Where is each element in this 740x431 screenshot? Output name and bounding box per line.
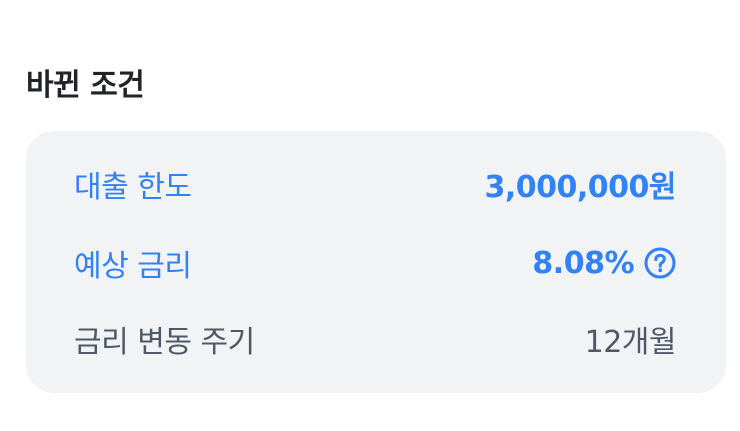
loan-limit-row: 대출 한도 3,000,000원 [74,163,676,205]
expected-rate-label: 예상 금리 [74,249,192,284]
question-circle-icon[interactable] [644,247,676,279]
expected-rate-value: 8.08% [532,245,634,281]
rate-change-cycle-value: 12개월 [584,325,677,360]
section-title: 바뀐 조건 [26,68,145,103]
expected-rate-row: 예상 금리 8.08% [74,242,676,284]
rate-change-cycle-row: 금리 변동 주기 12개월 [74,318,677,360]
expected-rate-value-group: 8.08% [532,246,676,281]
conditions-card: 대출 한도 3,000,000원 예상 금리 8.08% 금리 변동 주기 12… [26,131,726,393]
rate-change-cycle-label: 금리 변동 주기 [74,325,255,360]
loan-limit-label: 대출 한도 [74,170,192,205]
loan-limit-value: 3,000,000원 [484,170,676,205]
